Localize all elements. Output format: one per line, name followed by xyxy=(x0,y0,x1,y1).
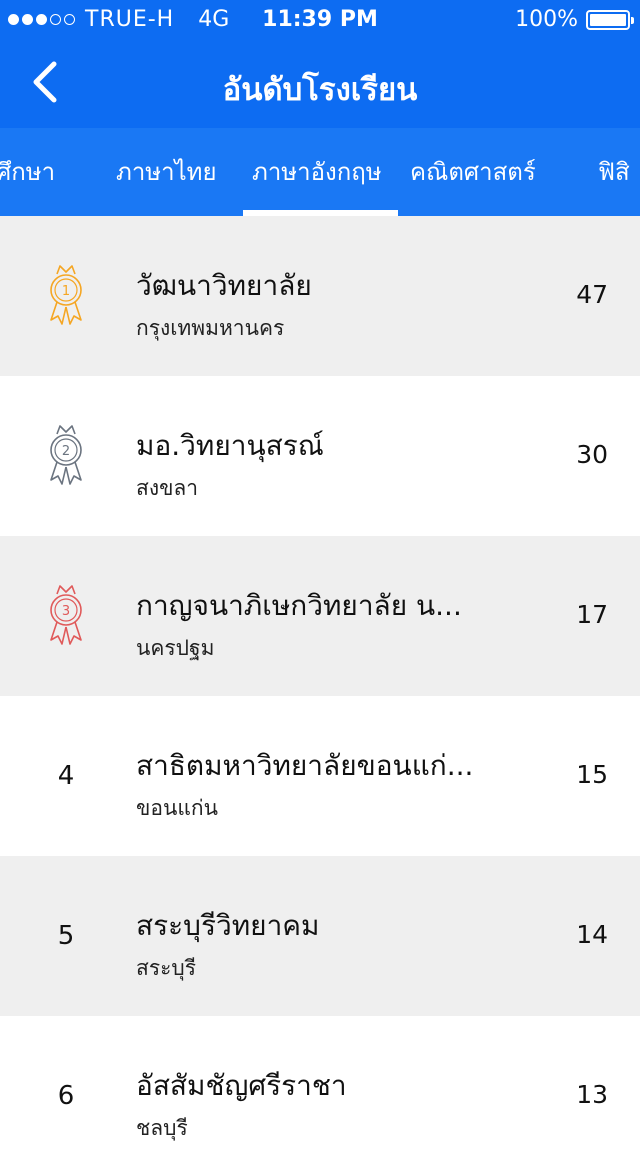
battery-percent: 100% xyxy=(515,7,578,32)
school-name: มอ.วิทยานุสรณ์ xyxy=(136,429,324,462)
province-name: นครปฐม xyxy=(136,636,215,660)
school-name: วัฒนาวิทยาลัย xyxy=(136,269,312,302)
school-name: กาญจนาภิเษกวิทยาลัย น... xyxy=(136,589,462,622)
ranking-list: 1 วัฒนาวิทยาลัย กรุงเทพมหานคร 47 2 มอ.วิ… xyxy=(0,216,640,1176)
list-item[interactable]: 3 กาญจนาภิเษกวิทยาลัย น... นครปฐม 17 xyxy=(0,536,640,696)
list-item[interactable]: 6 อัสสัมชัญศรีราชา ชลบุรี 13 xyxy=(0,1016,640,1176)
tab-thai[interactable]: ภาษาไทย xyxy=(116,152,217,191)
rank-number: 5 xyxy=(57,921,75,951)
list-item[interactable]: 4 สาธิตมหาวิทยาลัยขอนแก่... ขอนแก่น 15 xyxy=(0,696,640,856)
rank-6-cell: 6 xyxy=(30,1056,102,1136)
school-name: สระบุรีวิทยาคม xyxy=(136,909,320,942)
subject-tabs: ศึกษา ภาษาไทย ภาษาอังกฤษ คณิตศาสตร์ ฟิสิ xyxy=(0,128,640,216)
tab-physics[interactable]: ฟิสิ xyxy=(598,152,630,191)
province-name: ขอนแก่น xyxy=(136,796,218,820)
rank-4-cell: 4 xyxy=(30,736,102,816)
gold-medal-icon: 1 xyxy=(50,265,82,325)
tab-education[interactable]: ศึกษา xyxy=(0,152,55,191)
medal-rank-number: 3 xyxy=(62,604,70,619)
list-item[interactable]: 5 สระบุรีวิทยาคม สระบุรี 14 xyxy=(0,856,640,1016)
rank-1-cell: 1 xyxy=(30,256,102,336)
score-value: 14 xyxy=(576,920,608,949)
school-name: อัสสัมชัญศรีราชา xyxy=(136,1069,347,1102)
province-name: กรุงเทพมหานคร xyxy=(136,316,285,340)
province-name: ชลบุรี xyxy=(136,1116,188,1140)
list-item[interactable]: 1 วัฒนาวิทยาลัย กรุงเทพมหานคร 47 xyxy=(0,216,640,376)
rank-number: 6 xyxy=(57,1081,75,1111)
score-value: 30 xyxy=(576,440,608,469)
tab-english[interactable]: ภาษาอังกฤษ xyxy=(252,152,382,191)
medal-rank-number: 1 xyxy=(62,284,70,299)
rank-3-cell: 3 xyxy=(30,576,102,656)
school-name: สาธิตมหาวิทยาลัยขอนแก่... xyxy=(136,749,474,782)
medal-rank-number: 2 xyxy=(62,444,70,459)
score-value: 13 xyxy=(576,1080,608,1109)
status-right: 100% xyxy=(515,7,634,32)
bronze-medal-icon: 3 xyxy=(50,585,82,645)
province-name: สงขลา xyxy=(136,476,199,500)
app-header: TRUE-H 4G 11:39 PM 100% อันดับโรงเรียน ศ… xyxy=(0,0,640,216)
score-value: 47 xyxy=(576,280,608,309)
status-bar: TRUE-H 4G 11:39 PM 100% xyxy=(0,0,640,40)
navigation-bar: อันดับโรงเรียน xyxy=(0,40,640,128)
silver-medal-icon: 2 xyxy=(50,425,82,485)
rank-2-cell: 2 xyxy=(30,416,102,496)
score-value: 17 xyxy=(576,600,608,629)
tab-math[interactable]: คณิตศาสตร์ xyxy=(410,152,536,191)
rank-number: 4 xyxy=(57,761,75,791)
rank-5-cell: 5 xyxy=(30,896,102,976)
battery-icon xyxy=(586,9,634,30)
province-name: สระบุรี xyxy=(136,956,196,980)
score-value: 15 xyxy=(576,760,608,789)
list-item[interactable]: 2 มอ.วิทยานุสรณ์ สงขลา 30 xyxy=(0,376,640,536)
page-title: อันดับโรงเรียน xyxy=(222,72,418,108)
